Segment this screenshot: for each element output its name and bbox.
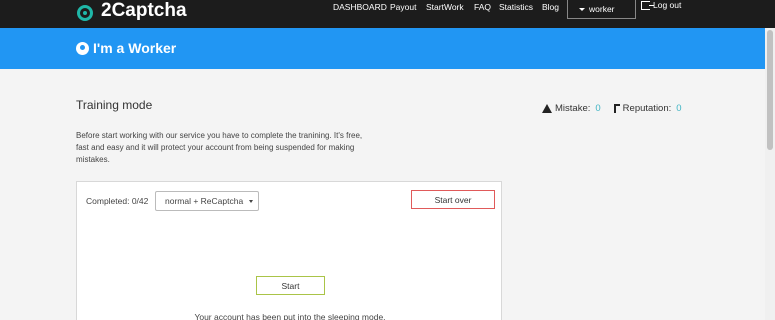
nav-faq[interactable]: FAQ	[474, 2, 491, 12]
user-name: worker	[589, 4, 615, 14]
intro-text: Before start working with our service yo…	[76, 131, 363, 164]
training-panel: Completed: 0/42 normal + ReCaptcha Start…	[76, 181, 502, 320]
nav-statistics[interactable]: Statistics	[499, 2, 533, 12]
logout-label: Log out	[653, 0, 682, 10]
sleep-mode-message: Your account has been put into the sleep…	[194, 312, 386, 320]
warning-icon	[542, 104, 552, 113]
nav-startwork[interactable]: StartWork	[426, 2, 464, 12]
captcha-logo-icon	[77, 5, 93, 21]
select-caret-icon	[249, 200, 253, 203]
page-scrollbar[interactable]	[765, 28, 775, 320]
start-over-button[interactable]: Start over	[411, 190, 495, 209]
caret-down-icon	[579, 7, 585, 11]
scrollbar-thumb[interactable]	[767, 30, 773, 150]
logout-link[interactable]: Log out	[641, 0, 681, 10]
reputation-label: Reputation:	[622, 103, 672, 114]
start-button[interactable]: Start	[256, 276, 325, 295]
mistake-label: Mistake:	[555, 103, 591, 114]
reputation-value: 0	[676, 103, 682, 114]
logout-icon	[641, 0, 654, 10]
worker-stats: Mistake: 0 Reputation: 0	[542, 103, 682, 114]
reputation-icon	[613, 104, 620, 113]
nav-payout[interactable]: Payout	[390, 2, 416, 12]
brand-logo[interactable]: 2Captcha	[77, 0, 187, 21]
page-header: I'm a Worker	[0, 28, 775, 69]
nav-blog[interactable]: Blog	[542, 2, 559, 12]
completed-counter: Completed: 0/42	[86, 196, 149, 206]
mistake-value: 0	[595, 103, 601, 114]
mode-select[interactable]: normal + ReCaptcha	[155, 191, 259, 211]
user-menu-button[interactable]: worker	[567, 0, 636, 19]
section-title: Training mode	[76, 98, 153, 112]
worker-icon	[76, 42, 89, 55]
brand-name: 2Captcha	[101, 0, 187, 21]
nav-dashboard[interactable]: DASHBOARD	[333, 2, 387, 12]
mode-select-value: normal + ReCaptcha	[165, 196, 244, 206]
page-title: I'm a Worker	[93, 40, 177, 56]
top-navbar: 2Captcha DASHBOARD Payout StartWork FAQ …	[0, 0, 775, 28]
